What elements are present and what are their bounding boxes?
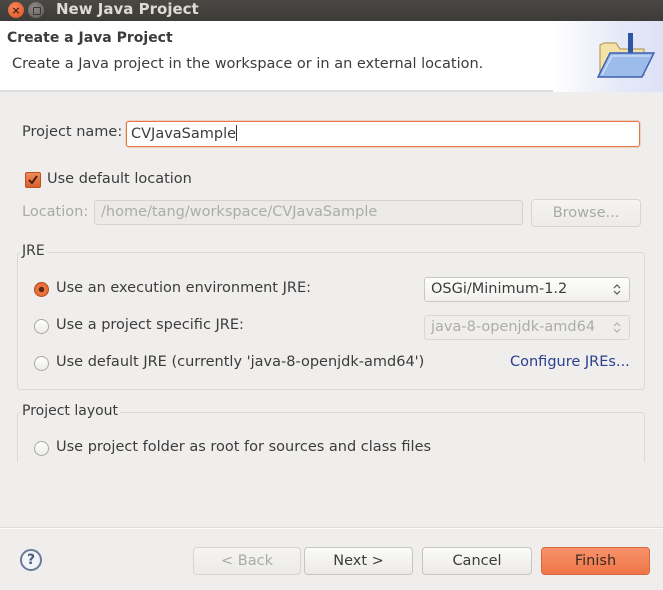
execution-env-select[interactable]: OSGi/Minimum-1.2 xyxy=(424,277,630,302)
spinner-arrows-icon xyxy=(613,322,621,333)
project-name-label: Project name: xyxy=(22,124,123,140)
project-name-value: CVJavaSample xyxy=(131,126,237,142)
window-titlebar: × New Java Project xyxy=(0,0,663,21)
spinner-arrows-icon xyxy=(613,284,621,295)
next-button[interactable]: Next > xyxy=(304,547,413,575)
jre-group-title: JRE xyxy=(20,243,47,259)
help-icon: ? xyxy=(26,552,36,568)
project-name-input[interactable]: CVJavaSample xyxy=(126,121,640,147)
wizard-description: Create a Java project in the workspace o… xyxy=(12,56,484,72)
cancel-button[interactable]: Cancel xyxy=(422,547,532,575)
execution-env-value: OSGi/Minimum-1.2 xyxy=(431,281,568,297)
project-specific-jre-radio[interactable] xyxy=(34,319,49,334)
execution-env-jre-label[interactable]: Use an execution environment JRE: xyxy=(56,280,311,296)
location-input: /home/tang/workspace/CVJavaSample xyxy=(94,200,523,225)
use-default-location-label[interactable]: Use default location xyxy=(47,171,192,187)
location-label: Location: xyxy=(22,204,89,220)
new-java-project-folder-icon xyxy=(596,33,656,78)
window-minimize-button[interactable] xyxy=(28,2,44,18)
project-folder-root-radio[interactable] xyxy=(34,441,49,456)
wizard-header: Create a Java Project Create a Java proj… xyxy=(0,21,663,92)
text-caret xyxy=(236,125,238,141)
project-folder-root-label[interactable]: Use project folder as root for sources a… xyxy=(56,439,431,455)
finish-button[interactable]: Finish xyxy=(541,547,650,575)
footer-separator xyxy=(0,527,663,529)
use-default-location-checkbox[interactable] xyxy=(25,172,41,188)
back-button: < Back xyxy=(193,547,301,575)
window-close-button[interactable]: × xyxy=(8,2,24,18)
help-button[interactable]: ? xyxy=(20,549,42,571)
checkmark-icon xyxy=(28,175,38,185)
project-layout-group-title: Project layout xyxy=(20,403,121,419)
browse-button: Browse... xyxy=(531,199,641,227)
wizard-title: Create a Java Project xyxy=(7,30,173,46)
project-specific-jre-select: java-8-openjdk-amd64 xyxy=(424,315,630,340)
project-specific-jre-label[interactable]: Use a project specific JRE: xyxy=(56,317,244,333)
default-jre-label[interactable]: Use default JRE (currently 'java-8-openj… xyxy=(56,354,424,370)
window-title: New Java Project xyxy=(56,0,199,18)
close-icon: × xyxy=(11,3,21,17)
configure-jres-link[interactable]: Configure JREs... xyxy=(510,354,630,370)
project-specific-jre-value: java-8-openjdk-amd64 xyxy=(431,319,596,335)
execution-env-jre-radio[interactable] xyxy=(34,282,49,297)
default-jre-radio[interactable] xyxy=(34,356,49,371)
